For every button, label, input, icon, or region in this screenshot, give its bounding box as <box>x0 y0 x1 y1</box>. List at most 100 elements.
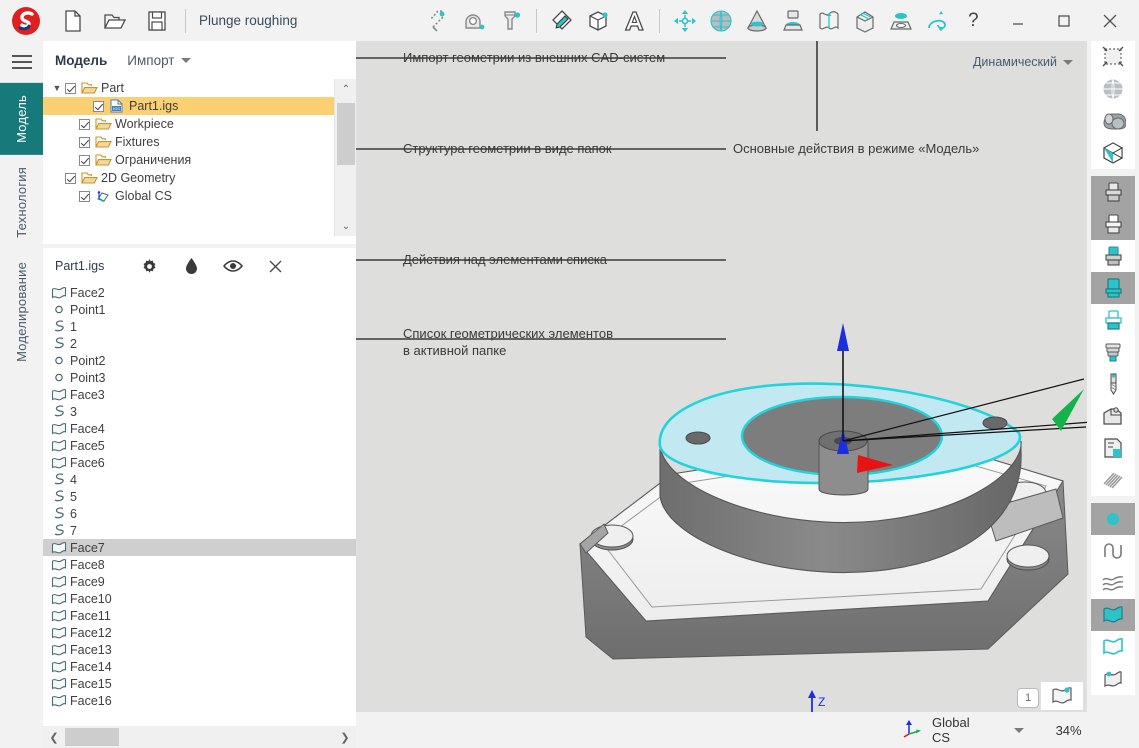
scroll-left-icon[interactable]: ❮ <box>43 726 65 748</box>
magnet-snap-icon[interactable] <box>421 0 457 41</box>
section-cube-icon[interactable] <box>1091 137 1135 169</box>
sketch-edit-icon[interactable] <box>544 0 580 41</box>
save-icon[interactable] <box>136 0 178 41</box>
list-horizontal-scrollbar[interactable]: ❮ ❯ <box>43 726 356 748</box>
surface-select-icon[interactable] <box>1091 567 1135 599</box>
list-item[interactable]: Face13 <box>43 641 356 658</box>
list-item[interactable]: Face8 <box>43 556 356 573</box>
stock-display-outline-icon[interactable] <box>1091 208 1135 240</box>
list-item[interactable]: 3 <box>43 403 356 420</box>
face-point-select-icon[interactable] <box>1091 663 1135 695</box>
list-item[interactable]: Point1 <box>43 301 356 318</box>
block-icon[interactable] <box>847 0 883 41</box>
menu-hamburger-icon[interactable] <box>0 41 43 83</box>
point-select-icon[interactable] <box>1091 503 1135 535</box>
scroll-right-icon[interactable]: ❯ <box>334 726 356 748</box>
tree-row[interactable]: Workpiece <box>43 115 334 133</box>
close-x-icon[interactable] <box>255 250 295 282</box>
fixture-icon[interactable] <box>883 0 919 41</box>
machine-display-icon[interactable] <box>1091 400 1135 432</box>
new-file-icon[interactable] <box>52 0 94 41</box>
scroll-thumb[interactable] <box>337 103 355 165</box>
eye-visibility-icon[interactable] <box>213 250 253 282</box>
cone-surface-icon[interactable] <box>739 0 775 41</box>
list-item[interactable]: Face12 <box>43 624 356 641</box>
list-item[interactable]: Face16 <box>43 692 356 709</box>
list-item[interactable]: Face7 <box>43 539 356 556</box>
chevron-down-icon[interactable] <box>1014 728 1024 733</box>
list-item[interactable]: 6 <box>43 505 356 522</box>
shaded-cylinder-icon[interactable] <box>1091 105 1135 137</box>
face-outline-select-icon[interactable] <box>1091 631 1135 663</box>
tree-row[interactable]: Global CS <box>43 187 334 205</box>
toolpath-icon[interactable] <box>919 0 955 41</box>
tree-row[interactable]: IGSPart1.igs <box>43 97 334 115</box>
list-item[interactable]: Point2 <box>43 352 356 369</box>
scroll-up-icon[interactable]: ⌃ <box>335 79 356 99</box>
list-item[interactable]: Point3 <box>43 369 356 386</box>
stock-display-part-icon[interactable] <box>1091 240 1135 272</box>
list-item[interactable]: Face14 <box>43 658 356 675</box>
tree-checkbox[interactable] <box>93 101 104 112</box>
tree-checkbox[interactable] <box>65 173 76 184</box>
list-item[interactable]: Face5 <box>43 437 356 454</box>
close-button[interactable] <box>1087 0 1133 41</box>
tree-row[interactable]: ▼Part <box>43 79 334 97</box>
stock-display-teal-icon[interactable] <box>1091 304 1135 336</box>
settings-gear-icon[interactable] <box>129 250 169 282</box>
list-item[interactable]: Face11 <box>43 607 356 624</box>
tree-expander-icon[interactable]: ▼ <box>49 83 65 93</box>
viewport-3d[interactable]: Динамический <box>356 41 1087 748</box>
move-transform-icon[interactable] <box>667 0 703 41</box>
stock-display-gray-icon[interactable] <box>1091 176 1135 208</box>
droplet-color-icon[interactable] <box>171 250 211 282</box>
tree-row[interactable]: Ограничения <box>43 151 334 169</box>
curve-select-icon[interactable] <box>1091 535 1135 567</box>
list-item[interactable]: Face9 <box>43 573 356 590</box>
fixture-display-icon[interactable] <box>1091 336 1135 368</box>
mesh-sphere-icon[interactable] <box>703 0 739 41</box>
tree-checkbox[interactable] <box>79 137 90 148</box>
sidebar-item-model[interactable]: Модель <box>0 83 43 155</box>
tree-row[interactable]: 2D Geometry <box>43 169 334 187</box>
scroll-down-icon[interactable]: ⌄ <box>335 216 356 236</box>
open-folder-icon[interactable] <box>94 0 136 41</box>
list-item[interactable]: Face2 <box>43 284 356 301</box>
measure-icon[interactable] <box>457 0 493 41</box>
text-annotation-icon[interactable] <box>616 0 652 41</box>
caliper-icon[interactable] <box>493 0 529 41</box>
tree-row[interactable]: Fixtures <box>43 133 334 151</box>
wireframe-sphere-icon[interactable] <box>1091 73 1135 105</box>
stock-display-solid-icon[interactable] <box>1091 272 1135 304</box>
list-item[interactable]: Face4 <box>43 420 356 437</box>
maximize-button[interactable] <box>1041 0 1087 41</box>
import-dropdown[interactable]: Импорт <box>127 53 191 68</box>
list-item[interactable]: 7 <box>43 522 356 539</box>
list-item[interactable]: 4 <box>43 471 356 488</box>
scroll-track[interactable] <box>65 726 334 748</box>
list-item[interactable]: 5 <box>43 488 356 505</box>
tool-display-icon[interactable] <box>1091 368 1135 400</box>
list-item[interactable]: Face10 <box>43 590 356 607</box>
tree-vertical-scrollbar[interactable]: ⌃ ⌄ <box>334 79 356 236</box>
solid-box-icon[interactable] <box>580 0 616 41</box>
list-item[interactable]: 1 <box>43 318 356 335</box>
list-item[interactable]: 2 <box>43 335 356 352</box>
surface-patch-icon[interactable] <box>811 0 847 41</box>
minimize-button[interactable] <box>995 0 1041 41</box>
sidebar-item-simulation[interactable]: Моделирование <box>0 250 43 374</box>
tree-checkbox[interactable] <box>79 155 90 166</box>
hatch-display-icon[interactable] <box>1091 464 1135 496</box>
scroll-thumb-horizontal[interactable] <box>65 728 119 746</box>
sidebar-item-technology[interactable]: Технология <box>0 155 43 250</box>
table-display-icon[interactable] <box>1091 432 1135 464</box>
bounding-box-icon[interactable] <box>1091 41 1135 73</box>
tree-checkbox[interactable] <box>79 191 90 202</box>
list-item[interactable]: Face3 <box>43 386 356 403</box>
list-item[interactable]: Face15 <box>43 675 356 692</box>
list-item[interactable]: Face6 <box>43 454 356 471</box>
tree-checkbox[interactable] <box>65 83 76 94</box>
face-select-icon[interactable] <box>1091 599 1135 631</box>
tree-checkbox[interactable] <box>79 119 90 130</box>
stock-icon[interactable] <box>775 0 811 41</box>
